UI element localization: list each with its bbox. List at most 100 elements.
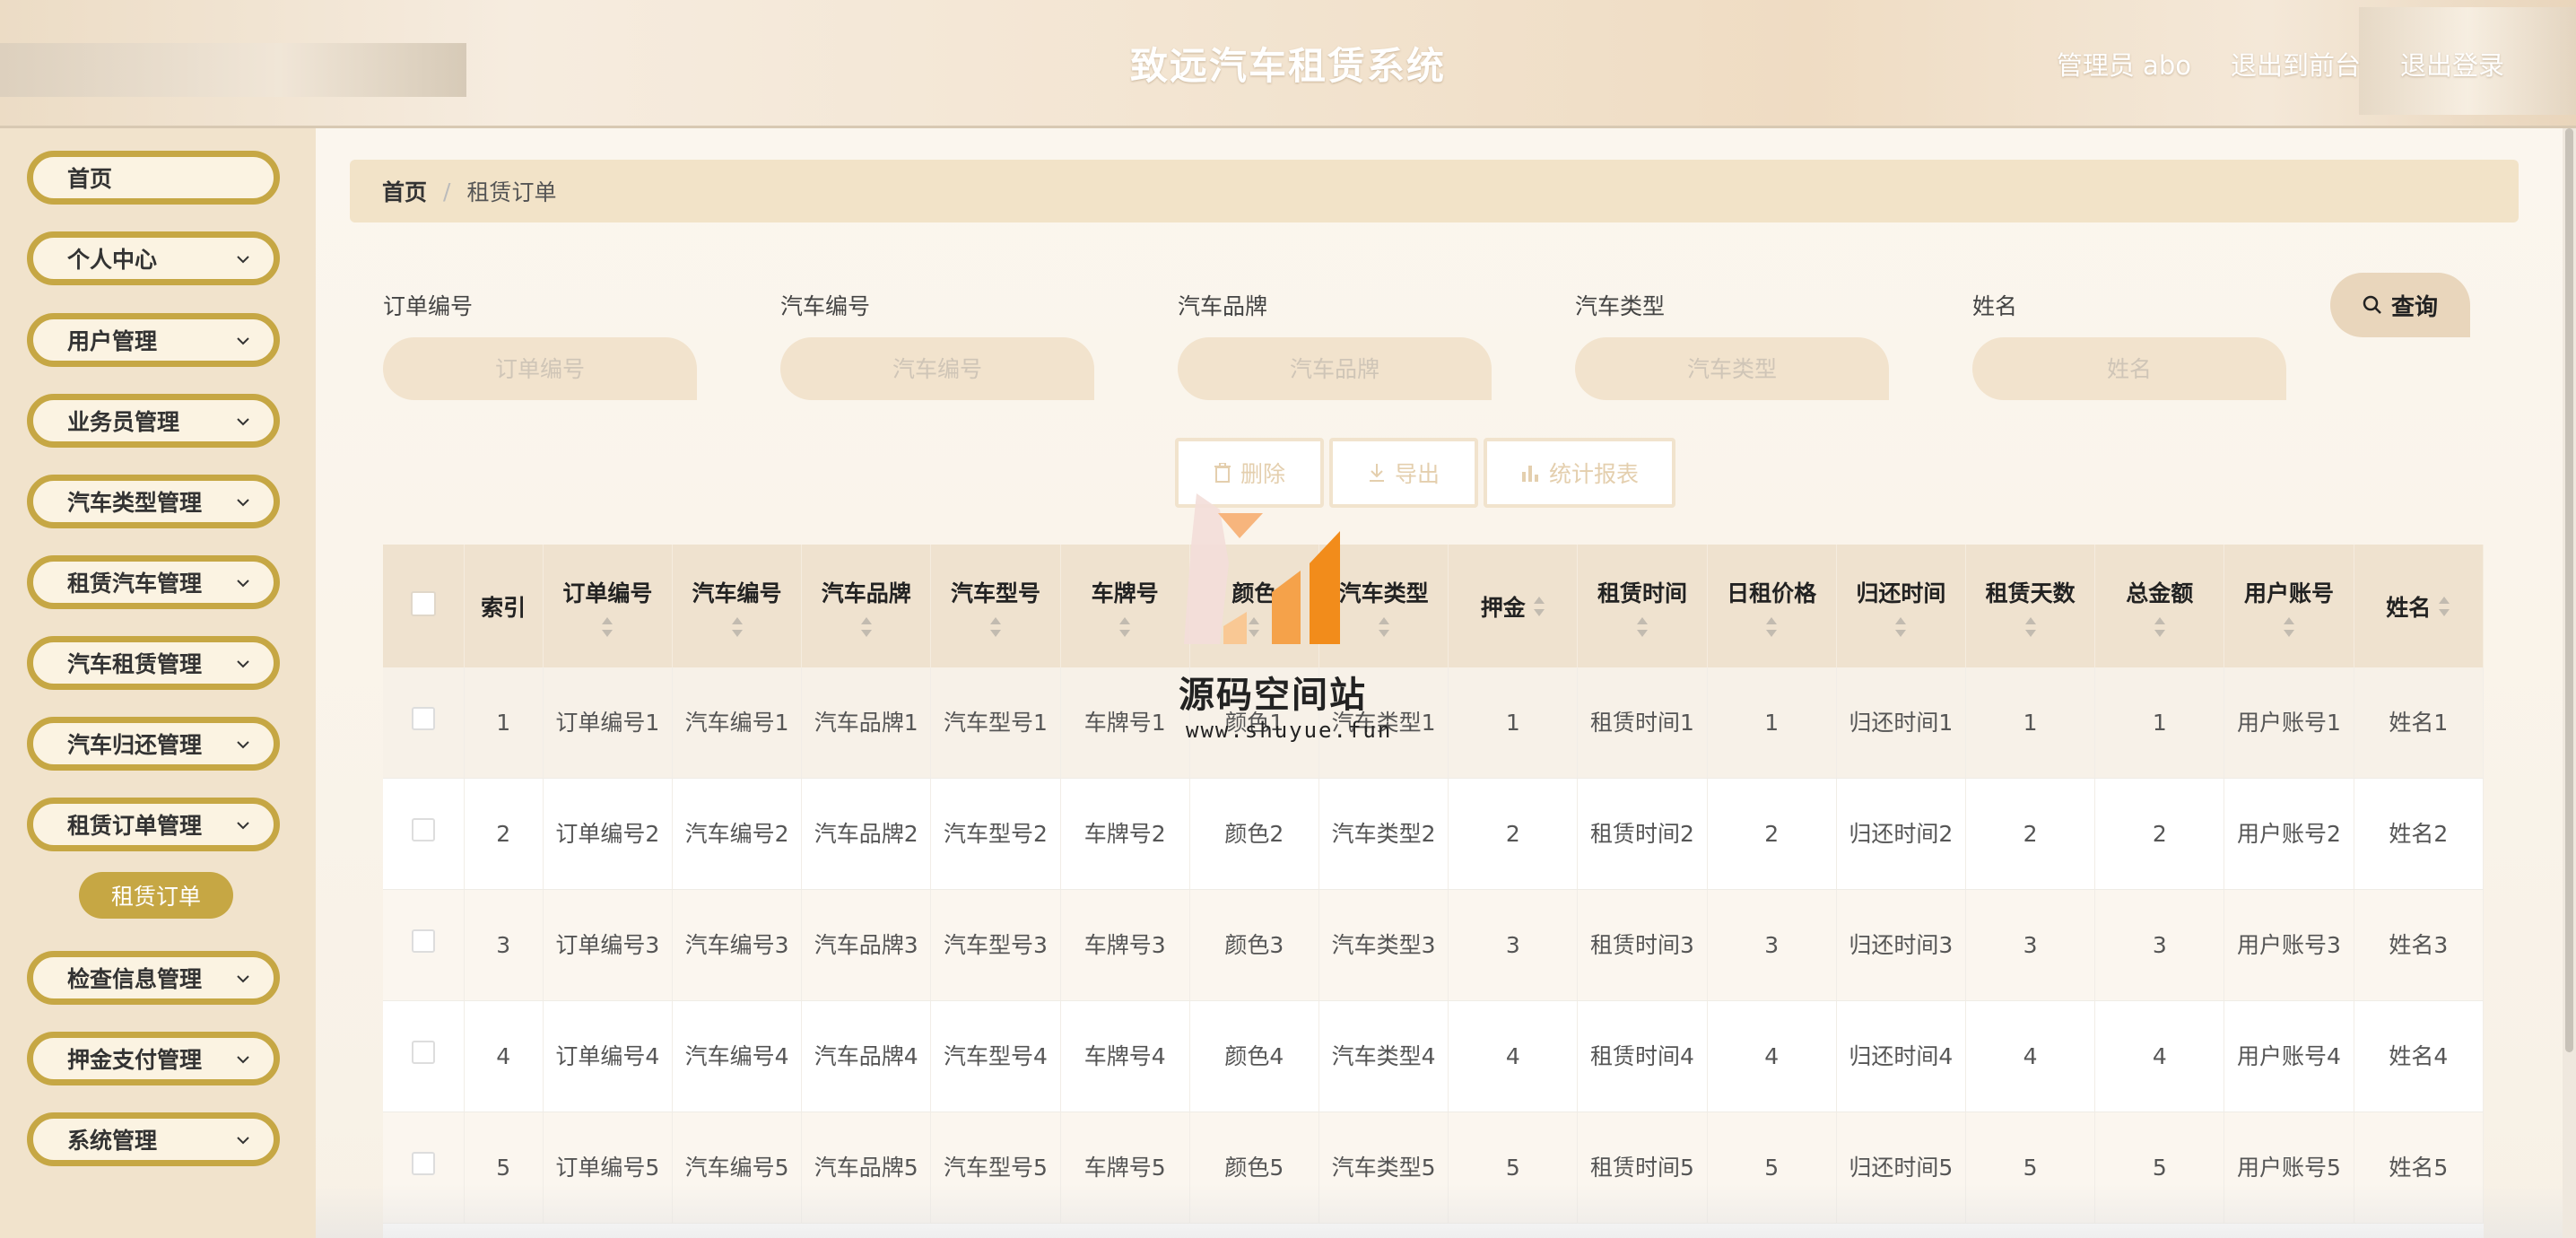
- sidebar-item-rental-car-management[interactable]: 租赁汽车管理: [27, 555, 280, 609]
- sort-icon[interactable]: [601, 616, 614, 637]
- column-header[interactable]: 日租价格: [1707, 545, 1837, 667]
- table-row[interactable]: 3 订单编号3 汽车编号3 汽车品牌3 汽车型号3 车牌号3 颜色3 汽车类型3 3 租赁时间3 3…: [383, 889, 2484, 1001]
- chevron-down-icon: [237, 337, 249, 345]
- table-cell: 汽车编号2: [672, 778, 803, 890]
- table-cell: 4: [2094, 1000, 2225, 1112]
- logout-link[interactable]: 退出登录: [2400, 45, 2504, 83]
- sidebar-item-car-type-management[interactable]: 汽车类型管理: [27, 475, 280, 528]
- column-header[interactable]: 归还时间: [1836, 545, 1966, 667]
- sort-icon[interactable]: [1894, 616, 1907, 637]
- sidebar-item-car-rental-management[interactable]: 汽车租赁管理: [27, 636, 280, 690]
- column-header[interactable]: 租赁时间: [1577, 545, 1708, 667]
- sort-icon[interactable]: [989, 616, 1002, 637]
- sort-icon[interactable]: [2154, 616, 2166, 637]
- order-no-input[interactable]: [383, 337, 697, 400]
- sidebar-item-personal-center[interactable]: 个人中心: [27, 231, 280, 285]
- table-cell: 4: [1965, 1000, 2096, 1112]
- sort-icon[interactable]: [1118, 616, 1131, 637]
- row-checkbox[interactable]: [411, 706, 435, 730]
- sort-icon[interactable]: [860, 616, 873, 637]
- search-label-car-no: 汽车编号: [780, 293, 871, 319]
- table-cell: 租赁时间2: [1577, 778, 1708, 890]
- sidebar-item-rental-order-management[interactable]: 租赁订单管理: [27, 798, 280, 851]
- column-header-content: 索引: [470, 590, 537, 623]
- table-cell: 2: [464, 778, 544, 890]
- column-header[interactable]: 汽车型号: [930, 545, 1061, 667]
- sidebar-item-car-return-management[interactable]: 汽车归还管理: [27, 717, 280, 771]
- sidebar-item-inspection-management[interactable]: 检查信息管理: [27, 951, 280, 1005]
- breadcrumb: 首页 / 租赁订单: [350, 160, 2519, 222]
- chevron-down-icon: [237, 660, 249, 668]
- export-button-label: 导出: [1394, 461, 1440, 487]
- scrollbar-thumb[interactable]: [2565, 128, 2573, 1052]
- column-header-label: 车牌号: [1091, 580, 1159, 606]
- table-cell: 1: [464, 667, 544, 779]
- table-row[interactable]: 4 订单编号4 汽车编号4 汽车品牌4 汽车型号4 车牌号4 颜色4 汽车类型4 4 租赁时间4 4…: [383, 1000, 2484, 1112]
- name-input[interactable]: [1972, 337, 2286, 400]
- report-button[interactable]: 统计报表: [1484, 438, 1675, 508]
- sidebar-subitem-rental-order[interactable]: 租赁订单: [79, 872, 233, 919]
- table-cell: 1: [1707, 667, 1837, 779]
- sort-icon[interactable]: [2283, 616, 2295, 637]
- table-cell: 归还时间2: [1836, 778, 1966, 890]
- car-no-input[interactable]: [780, 337, 1094, 400]
- row-checkbox[interactable]: [411, 1151, 435, 1175]
- select-all-checkbox[interactable]: [410, 590, 436, 616]
- car-brand-input[interactable]: [1178, 337, 1492, 400]
- column-header[interactable]: 租赁天数: [1965, 545, 2096, 667]
- back-to-front-link[interactable]: 退出到前台: [2231, 45, 2361, 83]
- table-cell: 租赁时间3: [1577, 889, 1708, 1001]
- row-checkbox[interactable]: [411, 928, 435, 953]
- watermark-title: 源码空间站: [1179, 675, 1367, 716]
- sort-icon[interactable]: [1533, 596, 1545, 616]
- sidebar-item-label: 汽车归还管理: [67, 732, 203, 758]
- row-checkbox[interactable]: [411, 817, 435, 841]
- sidebar-item-label: 汽车类型管理: [67, 490, 203, 516]
- table-cell: 汽车型号1: [930, 667, 1061, 779]
- table-cell: 3: [1707, 889, 1837, 1001]
- query-button[interactable]: 查询: [2330, 273, 2470, 337]
- sort-icon[interactable]: [2438, 596, 2450, 616]
- vertical-scrollbar[interactable]: [2563, 128, 2576, 1238]
- table-cell: 汽车型号3: [930, 889, 1061, 1001]
- column-header[interactable]: 总金额: [2094, 545, 2225, 667]
- table-cell: 姓名3: [2354, 889, 2484, 1001]
- column-header[interactable]: 汽车品牌: [801, 545, 932, 667]
- table-cell: 汽车型号4: [930, 1000, 1061, 1112]
- sidebar-item-deposit-payment-management[interactable]: 押金支付管理: [27, 1032, 280, 1085]
- row-select-cell: [383, 1000, 465, 1112]
- table-row[interactable]: 2 订单编号2 汽车编号2 汽车品牌2 汽车型号2 车牌号2 颜色2 汽车类型2 2 租赁时间2 2…: [383, 778, 2484, 890]
- search-label-car-brand: 汽车品牌: [1178, 293, 1268, 319]
- table-row[interactable]: 1 订单编号1 汽车编号1 汽车品牌1 汽车型号1 车牌号1 颜色1 汽车类型1 1 租赁时间1 1…: [383, 667, 2484, 779]
- column-header[interactable]: 订单编号: [543, 545, 673, 667]
- sort-icon[interactable]: [1765, 616, 1778, 637]
- query-button-label: 查询: [2390, 293, 2438, 321]
- table-cell: 2: [1707, 778, 1837, 890]
- car-type-input[interactable]: [1575, 337, 1889, 400]
- column-header[interactable]: 用户账号: [2224, 545, 2354, 667]
- column-header-content: 总金额: [2101, 576, 2218, 637]
- sidebar-item-system-management[interactable]: 系统管理: [27, 1112, 280, 1166]
- table-cell: 3: [1448, 889, 1579, 1001]
- column-header-content: 姓名: [2360, 590, 2477, 623]
- column-header[interactable]: 押金: [1448, 545, 1579, 667]
- top-links: 管理员 abo 退出到前台 退出登录: [2057, 45, 2504, 83]
- row-checkbox[interactable]: [411, 1040, 435, 1064]
- table-cell: 汽车编号1: [672, 667, 803, 779]
- sidebar-item-salesperson-management[interactable]: 业务员管理: [27, 394, 280, 448]
- column-header[interactable]: 车牌号: [1060, 545, 1190, 667]
- table-cell: 1: [1448, 667, 1579, 779]
- table-cell: 颜色4: [1189, 1000, 1319, 1112]
- sort-icon[interactable]: [2024, 616, 2037, 637]
- breadcrumb-current: 租赁订单: [466, 179, 557, 205]
- column-header-label: 汽车编号: [692, 580, 782, 606]
- sort-icon[interactable]: [1636, 616, 1649, 637]
- sidebar-item-home[interactable]: 首页: [27, 151, 280, 205]
- sort-icon[interactable]: [731, 616, 744, 637]
- bottom-shadow: [316, 1184, 2563, 1238]
- column-header[interactable]: 汽车编号: [672, 545, 803, 667]
- sidebar-item-user-management[interactable]: 用户管理: [27, 313, 280, 367]
- column-header[interactable]: 姓名: [2354, 545, 2484, 667]
- breadcrumb-home[interactable]: 首页: [382, 175, 427, 207]
- delete-button-label: 删除: [1240, 461, 1285, 487]
